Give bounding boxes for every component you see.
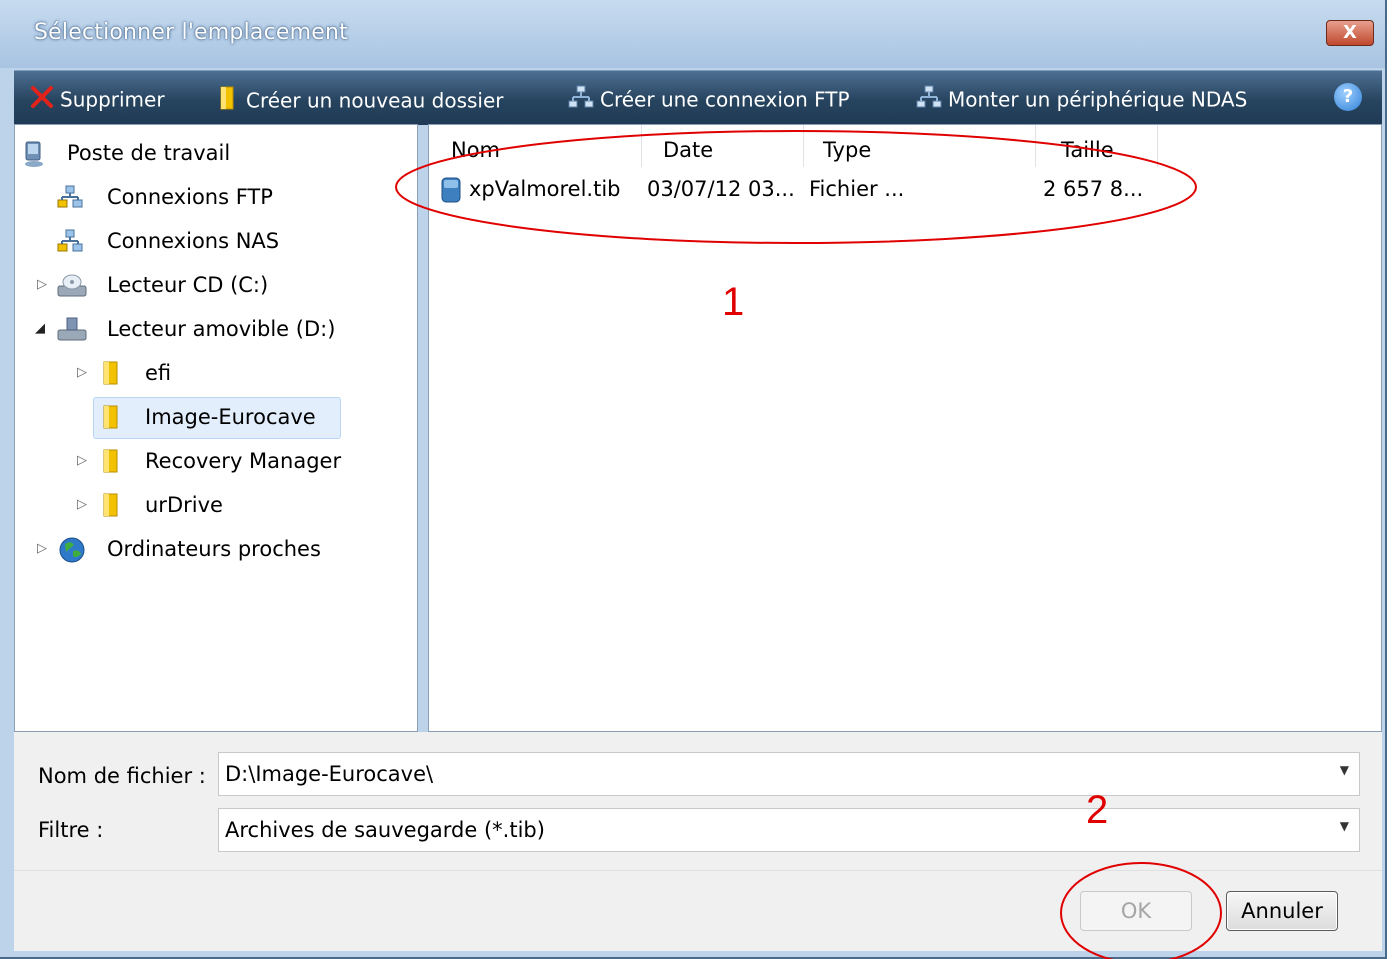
folder-tree[interactable]: Poste de travail Connexions FTP Connexio…: [14, 124, 418, 732]
close-button[interactable]: X: [1326, 20, 1374, 46]
new-folder-button[interactable]: Créer un nouveau dossier: [218, 85, 504, 113]
dialog-window: Sélectionner l'emplacement X Supprimer C…: [0, 0, 1387, 959]
new-folder-label: Créer un nouveau dossier: [246, 88, 504, 113]
tree-item-poste-de-travail[interactable]: Poste de travail: [15, 133, 415, 173]
create-ftp-label: Créer une connexion FTP: [600, 87, 850, 112]
tree-item-connexions-nas[interactable]: Connexions NAS: [15, 221, 415, 261]
close-icon: X: [1343, 22, 1357, 43]
collapse-arrow-icon[interactable]: ◢: [35, 321, 45, 336]
tree-item-ordinateurs-proches[interactable]: ▷ Ordinateurs proches: [15, 529, 415, 569]
tib-file-icon: [441, 177, 461, 208]
folder-icon: [218, 85, 240, 116]
delete-label: Supprimer: [60, 87, 165, 112]
file-list[interactable]: Nom Date Type Taille xpValmorel.tib 03/0…: [428, 124, 1382, 732]
computer-icon: [23, 140, 45, 173]
column-header-type[interactable]: Type: [803, 125, 1036, 167]
help-icon: ?: [1334, 83, 1362, 111]
ok-button[interactable]: OK: [1080, 891, 1192, 931]
mount-ndas-label: Monter un périphérique NDAS: [948, 87, 1248, 112]
folder-icon: [101, 448, 123, 479]
delete-button[interactable]: Supprimer: [30, 85, 165, 113]
annotation-marker-2: 2: [1086, 788, 1109, 832]
folder-icon: [101, 492, 123, 523]
cd-drive-icon: [57, 272, 87, 303]
column-header-nom[interactable]: Nom: [429, 125, 642, 167]
tree-item-label: Connexions FTP: [107, 185, 273, 209]
network-icon: [57, 184, 83, 215]
tree-item-lecteur-cd[interactable]: ▷ Lecteur CD (C:): [15, 265, 415, 305]
dropdown-arrow-icon[interactable]: ▼: [1340, 819, 1349, 833]
globe-icon: [57, 536, 87, 569]
expand-arrow-icon[interactable]: ▷: [77, 365, 87, 380]
tree-item-label: Lecteur amovible (D:): [107, 317, 336, 341]
filter-label: Filtre :: [38, 818, 104, 842]
tree-item-lecteur-amovible[interactable]: ◢ Lecteur amovible (D:): [15, 309, 415, 349]
expand-arrow-icon[interactable]: ▷: [77, 453, 87, 468]
file-list-header: Nom Date Type Taille: [429, 125, 1381, 167]
folder-icon: [101, 360, 123, 391]
removable-drive-icon: [57, 316, 87, 347]
column-header-date[interactable]: Date: [641, 125, 804, 167]
toolbar: Supprimer Créer un nouveau dossier Créer…: [14, 70, 1382, 125]
filename-combobox[interactable]: D:\Image-Eurocave\ ▼: [218, 752, 1360, 796]
delete-x-icon: [30, 85, 54, 114]
title-bar: Sélectionner l'emplacement X: [0, 0, 1385, 68]
file-name: xpValmorel.tib: [469, 177, 621, 201]
expand-arrow-icon[interactable]: ▷: [77, 497, 87, 512]
cancel-button[interactable]: Annuler: [1226, 891, 1338, 931]
button-bar: OK Annuler: [14, 870, 1382, 951]
folder-icon: [101, 404, 123, 435]
network-icon: [568, 85, 594, 114]
filename-label: Nom de fichier :: [38, 764, 206, 788]
expand-arrow-icon[interactable]: ▷: [37, 277, 47, 292]
expand-arrow-icon[interactable]: ▷: [37, 541, 47, 556]
file-type: Fichier ...: [809, 177, 905, 201]
tree-item-recovery-manager[interactable]: ▷ Recovery Manager: [15, 441, 415, 481]
tree-item-image-eurocave[interactable]: Image-Eurocave: [15, 397, 415, 437]
tree-item-label: Ordinateurs proches: [107, 537, 321, 561]
filter-value: Archives de sauvegarde (*.tib): [225, 818, 545, 842]
dialog-title: Sélectionner l'emplacement: [34, 20, 348, 45]
file-row[interactable]: xpValmorel.tib 03/07/12 03... Fichier ..…: [429, 171, 1381, 207]
tree-item-label: Connexions NAS: [107, 229, 280, 253]
tree-item-label: Poste de travail: [67, 141, 231, 165]
tree-item-label: Recovery Manager: [145, 449, 342, 473]
filename-value: D:\Image-Eurocave\: [225, 762, 434, 786]
tree-item-label: efi: [145, 361, 172, 385]
network-icon: [916, 85, 942, 114]
create-ftp-button[interactable]: Créer une connexion FTP: [568, 85, 850, 113]
file-size: 2 657 8...: [1043, 177, 1144, 201]
network-icon: [57, 228, 83, 259]
tree-item-urdrive[interactable]: ▷ urDrive: [15, 485, 415, 525]
tree-item-label: Image-Eurocave: [145, 405, 316, 429]
filter-combobox[interactable]: Archives de sauvegarde (*.tib) ▼: [218, 808, 1360, 852]
column-header-taille[interactable]: Taille: [1035, 125, 1158, 167]
dropdown-arrow-icon[interactable]: ▼: [1340, 763, 1349, 777]
file-options: Nom de fichier : D:\Image-Eurocave\ ▼ Fi…: [14, 732, 1382, 870]
tree-item-connexions-ftp[interactable]: Connexions FTP: [15, 177, 415, 217]
help-button[interactable]: ?: [1334, 83, 1362, 111]
tree-item-efi[interactable]: ▷ efi: [15, 353, 415, 393]
tree-item-label: Lecteur CD (C:): [107, 273, 269, 297]
annotation-marker-1: 1: [722, 280, 745, 324]
tree-item-label: urDrive: [145, 493, 223, 517]
file-date: 03/07/12 03...: [647, 177, 795, 201]
mount-ndas-button[interactable]: Monter un périphérique NDAS: [916, 85, 1247, 113]
